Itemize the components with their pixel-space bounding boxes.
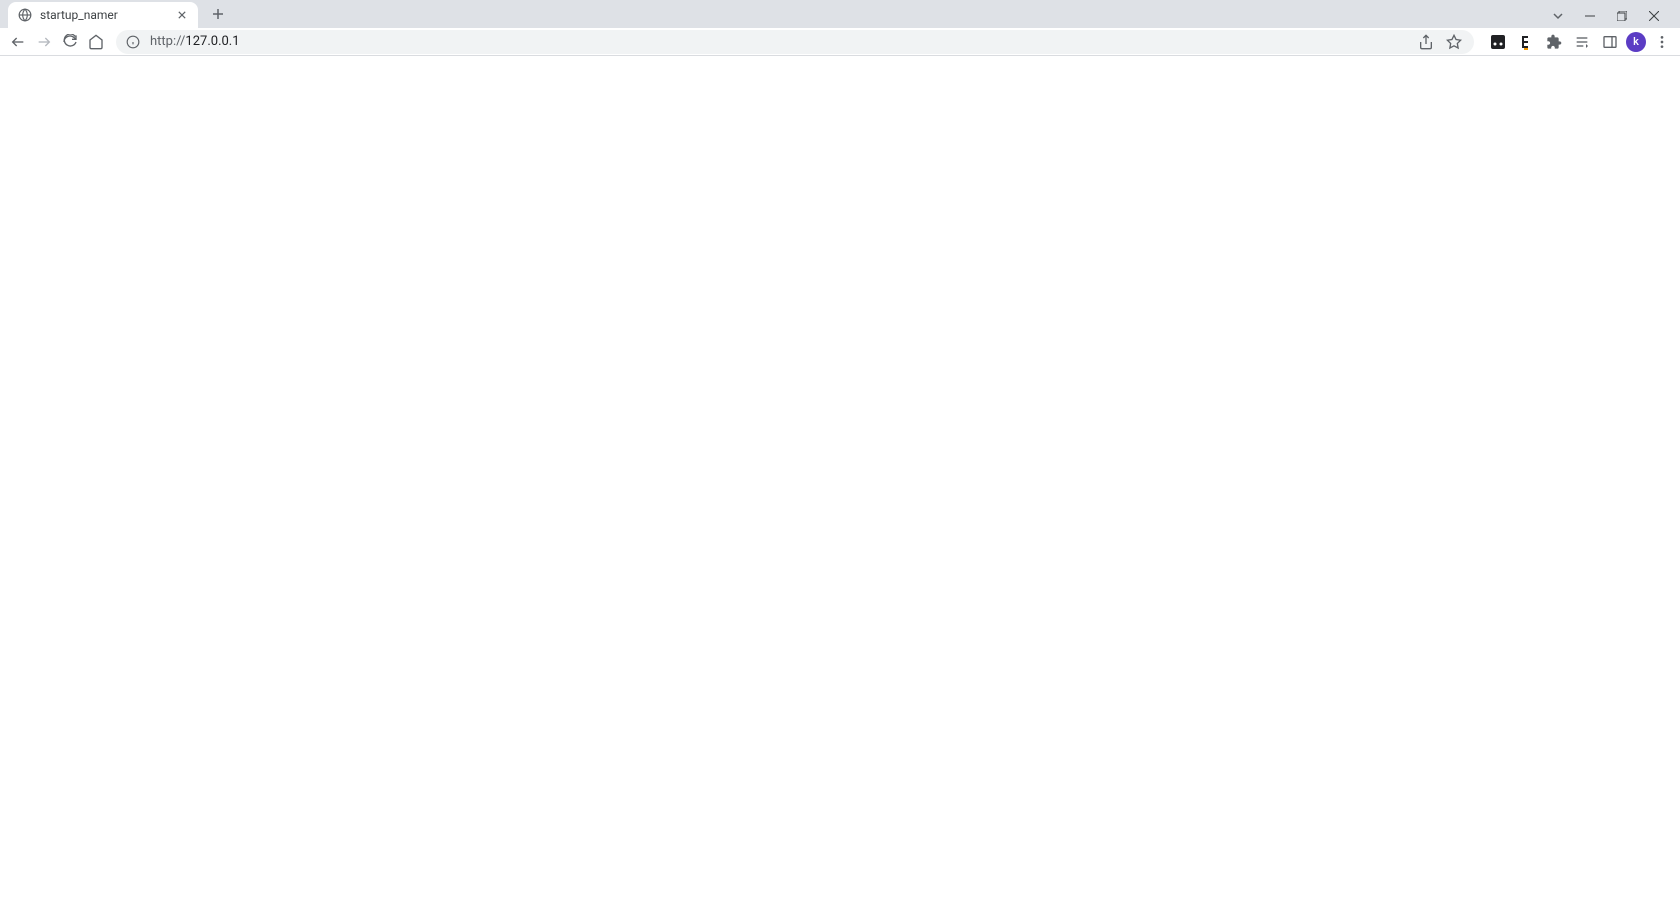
- profile-avatar[interactable]: k: [1626, 32, 1646, 52]
- extension-icon-2[interactable]: [1514, 30, 1538, 54]
- extensions-button[interactable]: [1542, 30, 1566, 54]
- tab-search-button[interactable]: [1544, 4, 1572, 28]
- tab-strip: startup_namer: [0, 0, 1680, 28]
- extension-icon-1[interactable]: [1486, 30, 1510, 54]
- menu-button[interactable]: [1650, 30, 1674, 54]
- page-content: [0, 56, 1680, 905]
- bookmark-button[interactable]: [1444, 32, 1464, 52]
- url-text: http://127.0.0.1: [150, 34, 1406, 49]
- active-tab[interactable]: startup_namer: [8, 2, 198, 28]
- window-controls: [1544, 4, 1672, 28]
- site-info-icon[interactable]: [126, 35, 140, 49]
- home-button[interactable]: [84, 30, 108, 54]
- minimize-button[interactable]: [1576, 4, 1604, 28]
- reading-list-button[interactable]: [1570, 30, 1594, 54]
- toolbar: http://127.0.0.1: [0, 28, 1680, 56]
- maximize-button[interactable]: [1608, 4, 1636, 28]
- url-scheme: http://: [150, 34, 185, 49]
- share-button[interactable]: [1416, 32, 1436, 52]
- tab-title: startup_namer: [40, 8, 174, 22]
- profile-initial: k: [1633, 35, 1639, 48]
- reload-button[interactable]: [58, 30, 82, 54]
- side-panel-button[interactable]: [1598, 30, 1622, 54]
- close-tab-button[interactable]: [174, 7, 190, 23]
- url-host: 127.0.0.1: [185, 34, 239, 49]
- back-button[interactable]: [6, 30, 30, 54]
- close-window-button[interactable]: [1640, 4, 1668, 28]
- address-bar[interactable]: http://127.0.0.1: [116, 30, 1474, 54]
- globe-icon: [18, 8, 32, 22]
- forward-button[interactable]: [32, 30, 56, 54]
- new-tab-button[interactable]: [204, 0, 232, 28]
